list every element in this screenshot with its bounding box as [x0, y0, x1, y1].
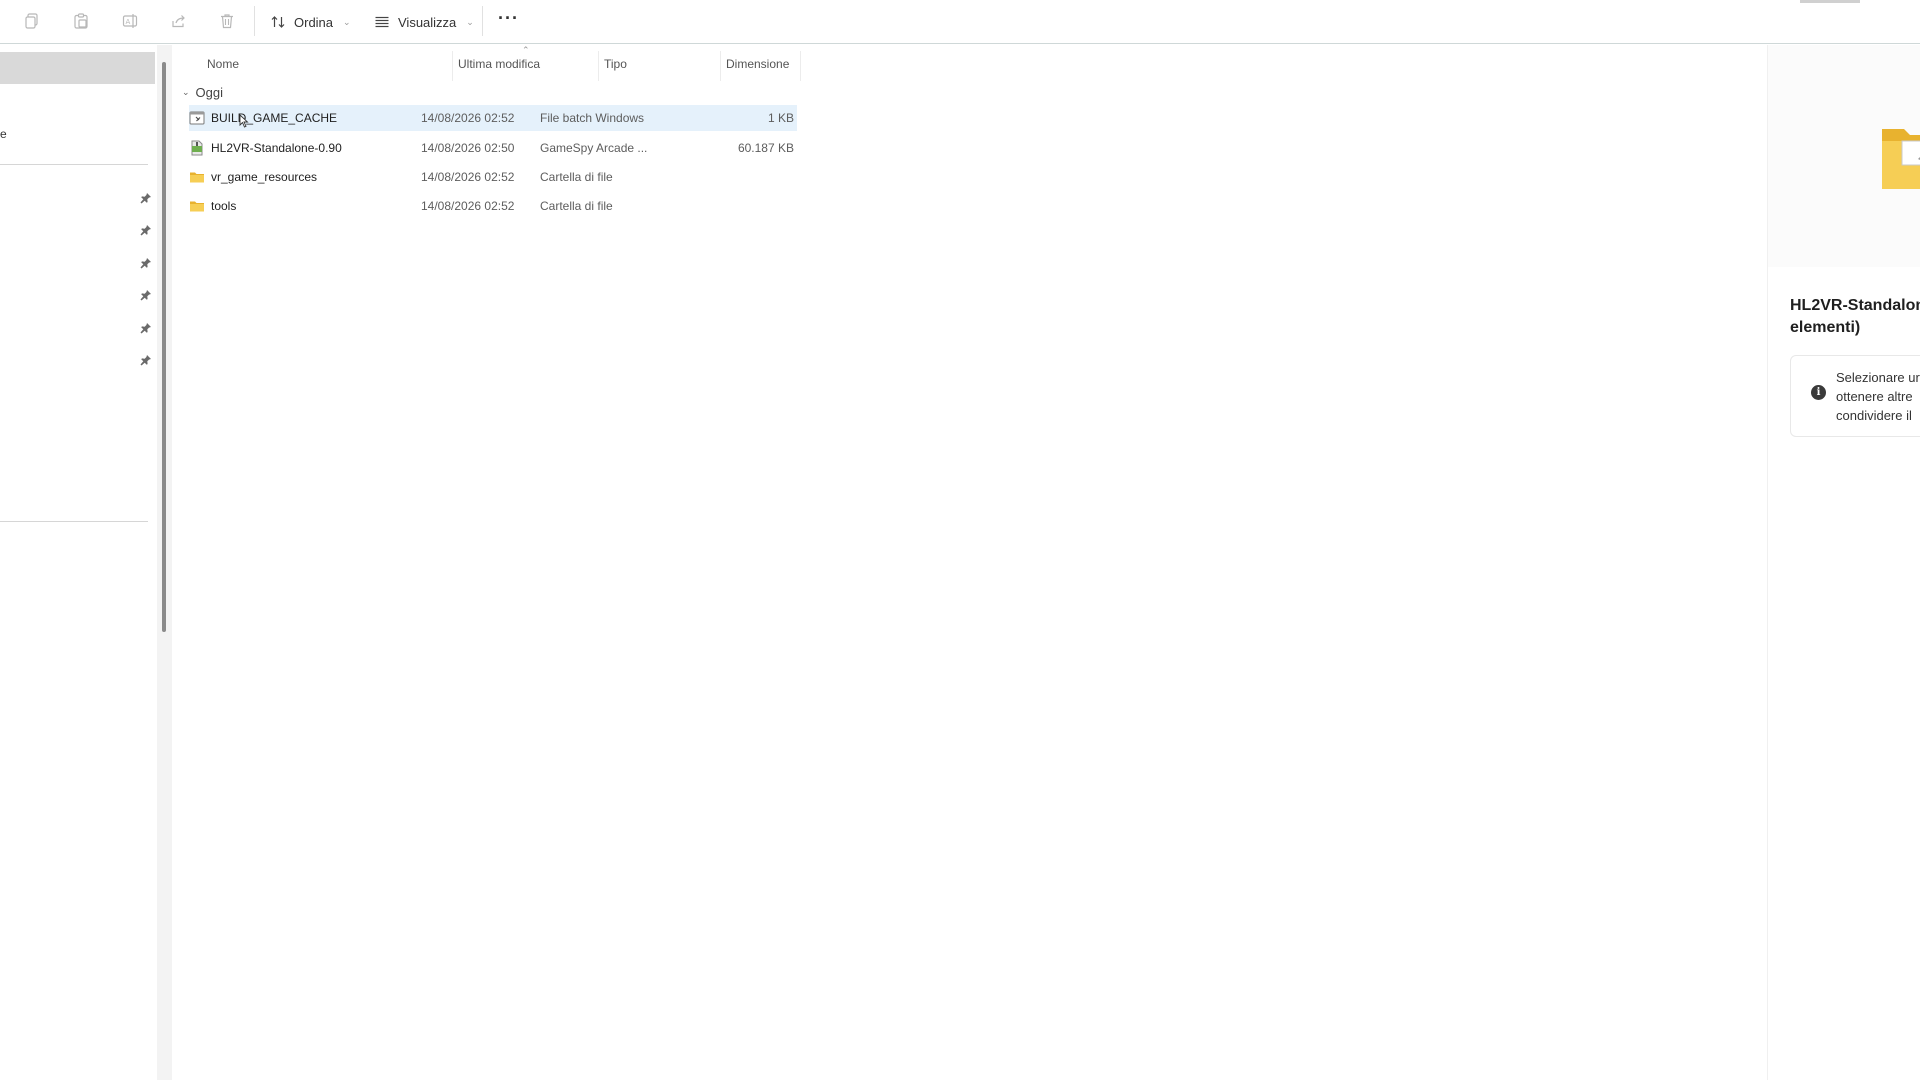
column-separator [452, 51, 453, 81]
file-name-cell: vr_game_resources [189, 164, 429, 190]
sort-button[interactable]: Ordina ⌄ [270, 10, 351, 34]
folder-icon [189, 198, 205, 214]
batch-file-icon [189, 110, 205, 126]
file-row[interactable]: tools 14/08/2026 02:52 Cartella di file [189, 193, 797, 219]
file-type: GameSpy Arcade ... [540, 141, 648, 155]
navigation-pane: e [0, 45, 156, 1080]
view-list-icon [374, 14, 390, 30]
info-icon: i [1811, 385, 1826, 400]
file-type: Cartella di file [540, 199, 613, 213]
pin-icon [140, 288, 152, 301]
column-header-name[interactable]: Nome [207, 50, 422, 78]
file-row[interactable]: vr_game_resources 14/08/2026 02:52 Carte… [189, 164, 797, 190]
nav-divider [0, 164, 148, 165]
window-edge-decoration [1800, 0, 1860, 3]
group-label: Oggi [195, 84, 224, 100]
details-info-box: i Selezionare ur ottenere altre condivid… [1790, 355, 1920, 437]
toolbar-separator [254, 6, 255, 36]
details-preview [1768, 45, 1920, 267]
file-name-cell: BUILD_GAME_CACHE [189, 105, 429, 131]
rename-icon[interactable]: A [119, 10, 141, 32]
file-row[interactable]: BUILD_GAME_CACHE 14/08/2026 02:52 File b… [189, 105, 797, 131]
paste-icon[interactable] [70, 10, 92, 32]
chevron-down-icon: ⌄ [343, 16, 351, 27]
pin-icon [140, 353, 152, 366]
file-name: HL2VR-Standalone-0.90 [211, 141, 342, 155]
text-cursor-icon [239, 113, 249, 128]
file-row[interactable]: HL2VR-Standalone-0.90 14/08/2026 02:50 G… [189, 135, 797, 161]
archive-file-icon [189, 140, 205, 156]
file-modified: 14/08/2026 02:52 [421, 170, 515, 184]
pin-icon [140, 191, 152, 204]
details-info-line: condividere il [1836, 408, 1912, 423]
column-header-size[interactable]: Dimensione [726, 50, 806, 78]
details-title-line: HL2VR-Standalon [1790, 297, 1920, 314]
column-separator [598, 51, 599, 81]
nav-item-selected[interactable] [0, 52, 155, 84]
chevron-down-icon: ⌄ [466, 16, 474, 27]
view-button[interactable]: Visualizza ⌄ [374, 10, 474, 34]
folder-icon [1880, 119, 1920, 189]
pin-icon [140, 256, 152, 269]
pin-icon [140, 223, 152, 236]
column-separator [800, 51, 801, 81]
nav-scrollbar-thumb[interactable] [162, 62, 166, 632]
file-name-cell: HL2VR-Standalone-0.90 [189, 135, 429, 161]
nav-item-label[interactable]: e [0, 127, 7, 141]
delete-icon[interactable] [216, 10, 238, 32]
share-icon[interactable] [168, 10, 190, 32]
file-name: BUILD_GAME_CACHE [211, 111, 338, 125]
details-pane: HL2VR-Standalon elementi) i Selezionare … [1767, 45, 1920, 1080]
chevron-down-icon: ⌄ [182, 86, 190, 97]
nav-divider [0, 521, 148, 522]
details-title: HL2VR-Standalon elementi) [1790, 295, 1920, 339]
details-info-line: ottenere altre [1836, 389, 1913, 404]
svg-text:A: A [126, 18, 131, 26]
more-options-button[interactable]: ··· [498, 8, 519, 29]
column-separator [720, 51, 721, 81]
column-header-modified[interactable]: Ultima modifica [458, 50, 570, 78]
details-title-line: elementi) [1790, 319, 1861, 336]
folder-icon [189, 169, 205, 185]
sort-arrows-icon [270, 14, 286, 30]
file-name: vr_game_resources [211, 170, 318, 184]
file-size: 60.187 KB [737, 141, 794, 155]
file-modified: 14/08/2026 02:50 [421, 141, 515, 155]
command-bar: A Ordina ⌄ Visualizza ⌄ ··· [0, 0, 1920, 44]
details-info-text: Selezionare ur ottenere altre condivider… [1836, 368, 1920, 425]
view-label: Visualizza [398, 14, 457, 30]
file-size [644, 193, 794, 219]
file-size: 1 KB [767, 111, 794, 125]
file-modified: 14/08/2026 02:52 [421, 199, 515, 213]
file-type: File batch Windows [540, 111, 645, 125]
details-info-line: Selezionare ur [1836, 370, 1920, 385]
file-type: Cartella di file [540, 170, 613, 184]
column-header-type[interactable]: Tipo [604, 50, 704, 78]
file-list: ⌃ Nome Ultima modifica Tipo Dimensione ⌄… [172, 45, 1767, 1080]
file-size [644, 164, 794, 190]
group-header-today[interactable]: ⌄ Oggi [182, 83, 223, 101]
sort-label: Ordina [294, 14, 334, 30]
file-modified: 14/08/2026 02:52 [421, 111, 515, 125]
file-name: tools [211, 199, 237, 213]
pin-icon [140, 321, 152, 334]
file-name-cell: tools [189, 193, 429, 219]
toolbar-separator [482, 6, 483, 36]
copy-icon[interactable] [21, 10, 43, 32]
